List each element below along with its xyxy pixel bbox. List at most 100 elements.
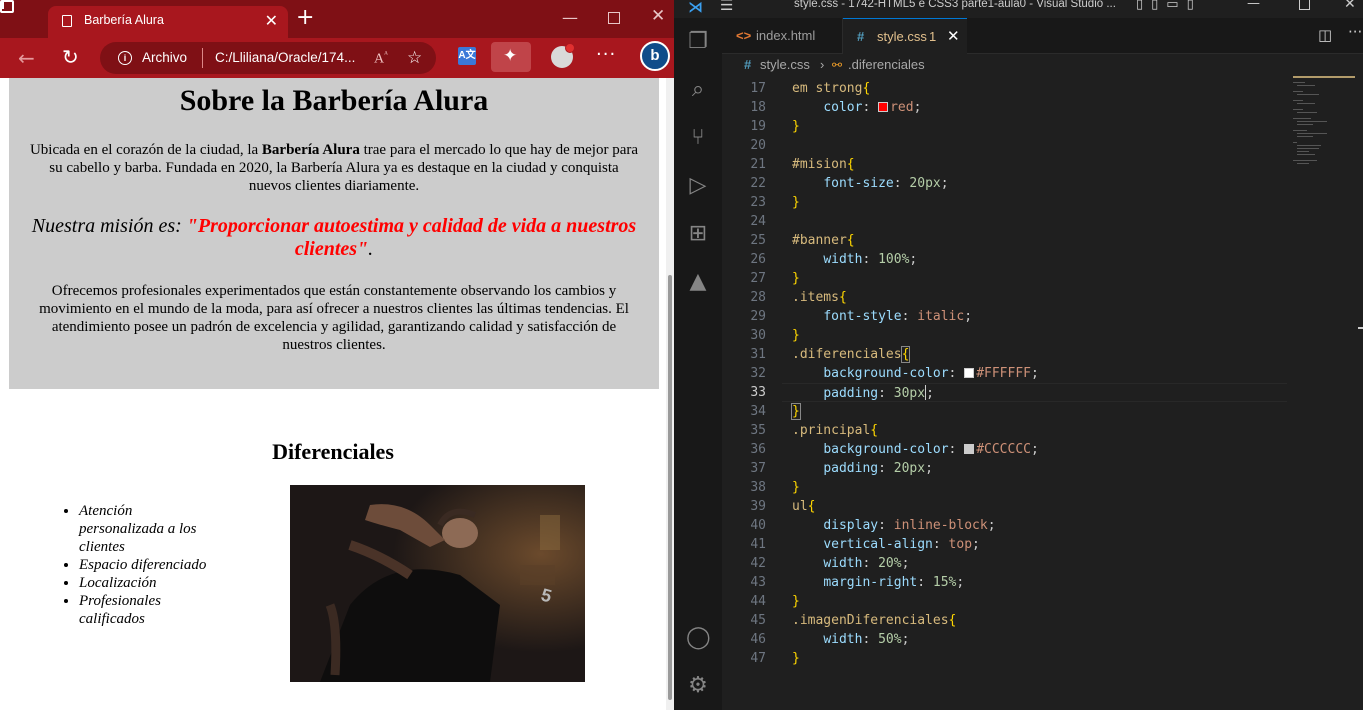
info-icon[interactable]: i xyxy=(118,51,132,65)
code-line: } xyxy=(791,403,801,420)
more-menu-icon[interactable]: ··· xyxy=(596,44,616,65)
close-tab-icon[interactable]: ✕ xyxy=(947,19,960,54)
code-line: font-style: italic; xyxy=(823,309,973,324)
address-bar[interactable]: i Archivo C:/Lliliana/Oracle/174... Aᴬ ☆ xyxy=(100,42,436,74)
code-line: width: 100%; xyxy=(823,252,918,267)
code-line: } xyxy=(792,119,800,134)
line-number: 41 xyxy=(750,537,766,552)
line-number: 45 xyxy=(750,613,766,628)
code-line: background-color: #FFFFFF; xyxy=(823,366,1039,381)
page-viewport: Sobre la Barbería Alura Ubicada en el co… xyxy=(0,78,666,710)
mision-quote: "Proporcionar autoestima y calidad de vi… xyxy=(186,215,637,260)
extensions-icon[interactable]: ⊞ xyxy=(686,222,710,246)
window-close-icon[interactable]: ✕ xyxy=(651,6,665,26)
minimap-slider[interactable] xyxy=(1293,76,1355,78)
vscode-window-title: style.css - 1742-HTML5 e CSS3 parte1-aul… xyxy=(794,0,1116,10)
address-scheme: Archivo xyxy=(142,50,188,65)
minimap[interactable] xyxy=(1293,76,1355,196)
profile-avatar[interactable] xyxy=(551,43,575,68)
color-swatch[interactable] xyxy=(878,102,889,112)
line-number: 29 xyxy=(750,309,766,324)
hamburger-menu-icon[interactable]: ☰ xyxy=(720,0,733,14)
line-number: 39 xyxy=(750,499,766,514)
browser-tab-active[interactable]: Barbería Alura ✕ xyxy=(48,6,288,38)
more-actions-icon[interactable]: ··· xyxy=(1348,23,1362,41)
mision-statement: Nuestra misión es: "Proporcionar autoest… xyxy=(27,215,641,261)
maximize-icon[interactable] xyxy=(1299,0,1310,10)
line-number: 40 xyxy=(750,518,766,533)
back-arrow-icon[interactable]: ← xyxy=(18,46,35,70)
search-icon[interactable]: ⌕ xyxy=(686,78,710,102)
new-tab-icon[interactable]: + xyxy=(296,7,314,29)
code-line: ul{ xyxy=(792,499,816,514)
minimize-icon[interactable]: — xyxy=(562,8,578,27)
line-number: 30 xyxy=(750,328,766,343)
window-close-icon[interactable]: ✕ xyxy=(1344,0,1356,12)
split-editor-icon[interactable]: ◫ xyxy=(1318,26,1332,44)
account-icon[interactable]: ◯ xyxy=(686,626,711,650)
azure-icon[interactable]: ▲ xyxy=(686,270,710,294)
line-number: 36 xyxy=(750,442,766,457)
list-item: Profesionales calificados xyxy=(79,592,219,628)
minimize-icon[interactable]: — xyxy=(1247,0,1260,11)
code-line: } xyxy=(792,480,800,495)
line-number: 43 xyxy=(750,575,766,590)
tab-actions-icon[interactable] xyxy=(0,0,14,13)
browser-tab-bar: Barbería Alura ✕ + — ✕ xyxy=(0,0,674,38)
code-line: } xyxy=(792,328,800,343)
tab-index-html[interactable]: <> index.html xyxy=(722,18,843,53)
list-item: Espacio diferenciado xyxy=(79,556,219,574)
css-icon: # xyxy=(857,29,865,44)
page-scrollbar-thumb[interactable] xyxy=(668,275,672,700)
breadcrumb: # style.css › ⚯ .diferenciales xyxy=(722,54,1363,76)
add-favorite-icon[interactable]: ☆ xyxy=(407,48,422,68)
barber-photo: 5 xyxy=(290,485,585,682)
explorer-icon[interactable]: ❐ xyxy=(686,30,710,54)
vscode-window: ⋊ ☰ style.css - 1742-HTML5 e CSS3 parte1… xyxy=(674,0,1363,710)
about-text-bold: Barbería Alura xyxy=(261,142,360,158)
code-line: vertical-align: top; xyxy=(823,537,980,552)
code-line: background-color: #CCCCCC; xyxy=(823,442,1039,457)
activity-bar: ❐ ⌕ ⑂ ▷ ⊞ ▲ ◯ ⚙ xyxy=(674,18,722,710)
read-aloud-icon[interactable]: Aᴬ xyxy=(374,49,388,68)
vscode-logo-icon: ⋊ xyxy=(688,0,703,16)
breadcrumb-file[interactable]: style.css xyxy=(760,54,810,76)
puzzle-icon: ✦ xyxy=(503,46,518,66)
line-number: 42 xyxy=(750,556,766,571)
browser-window: Barbería Alura ✕ + — ✕ ← ↻ i Archivo C:/… xyxy=(0,0,674,710)
address-url[interactable]: C:/Lliliana/Oracle/174... xyxy=(215,50,355,65)
breadcrumb-symbol[interactable]: .diferenciales xyxy=(848,54,925,76)
line-number: 26 xyxy=(750,252,766,267)
code-line: font-size: 20px; xyxy=(823,176,949,191)
tab-title: Barbería Alura xyxy=(84,13,164,27)
line-number: 31 xyxy=(750,347,766,362)
tab-style-css[interactable]: # style.css 1 ✕ xyxy=(843,18,967,54)
translate-icon[interactable]: A文 xyxy=(458,47,476,65)
chevron-right-icon: › xyxy=(820,57,825,72)
code-editor[interactable]: 17 18 19 20 21 22 23 24 25 26 27 28 29 3… xyxy=(722,76,1287,710)
page-title: Sobre la Barbería Alura xyxy=(179,84,489,117)
source-control-icon[interactable]: ⑂ xyxy=(686,126,710,150)
bing-icon[interactable]: b xyxy=(640,41,670,71)
principal-section: Sobre la Barbería Alura Ubicada en el co… xyxy=(9,78,659,389)
offer-paragraph: Ofrecemos profesionales experimentados q… xyxy=(39,283,629,353)
close-tab-icon[interactable]: ✕ xyxy=(265,11,278,30)
code-line-current: padding: 30px; xyxy=(823,385,934,401)
code-line: padding: 20px; xyxy=(823,461,933,476)
line-number: 19 xyxy=(750,119,766,134)
refresh-icon[interactable]: ↻ xyxy=(62,45,79,69)
color-swatch[interactable] xyxy=(964,368,975,378)
about-paragraph: Ubicada en el corazón de la ciudad, la B… xyxy=(29,141,639,195)
line-number: 46 xyxy=(750,632,766,647)
settings-gear-icon[interactable]: ⚙ xyxy=(686,674,710,698)
diferenciales-heading: Diferenciales xyxy=(272,439,394,464)
run-debug-icon[interactable]: ▷ xyxy=(686,174,710,198)
extensions-button[interactable]: ✦ xyxy=(491,42,531,72)
code-line: } xyxy=(792,594,800,609)
editor-tabs: <> index.html # style.css 1 ✕ ◫ ··· xyxy=(722,18,1363,54)
layout-toggle-icons[interactable]: ▯▯▭▯ xyxy=(1136,0,1202,12)
line-number: 37 xyxy=(750,461,766,476)
symbol-class-icon: ⚯ xyxy=(832,58,843,72)
color-swatch[interactable] xyxy=(964,444,975,454)
maximize-icon[interactable] xyxy=(608,12,620,24)
